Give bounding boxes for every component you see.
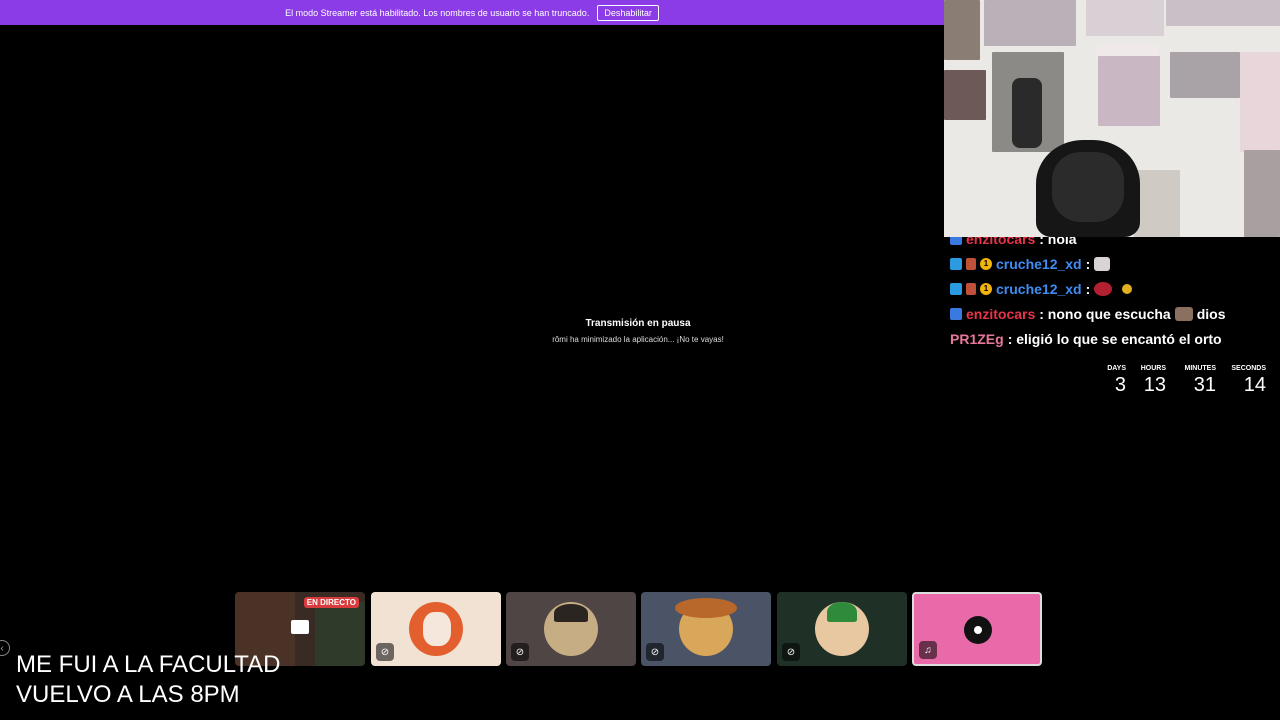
chat-text: : eligió lo que se encantó el orto [1007, 331, 1222, 347]
chat-text: : nono que escucha [1039, 306, 1171, 322]
chat-message: PR1ZEg : eligió lo que se encantó el ort… [950, 331, 1222, 347]
vinyl-record-icon [964, 616, 992, 644]
participant-tile[interactable]: ⊘ [777, 592, 907, 666]
headset-icon: ♫ [919, 641, 937, 659]
minutes-value: 31 [1193, 374, 1216, 396]
emote-icon [1094, 257, 1111, 271]
streamer-mode-message: El modo Streamer está habilitado. Los no… [285, 7, 590, 18]
chat-username: PR1ZEg [950, 331, 1004, 347]
days-value: 3 [1114, 374, 1126, 396]
microphone-muted-icon: ⊘ [782, 643, 800, 661]
microphone-muted-icon: ⊘ [511, 643, 529, 661]
streamer-mode-banner: El modo Streamer está habilitado. Los no… [0, 0, 944, 25]
microphone-muted-icon: ⊘ [646, 643, 664, 661]
chat-message: 1 cruche12_xd : [950, 256, 1111, 272]
lips-emote-icon [1094, 282, 1113, 296]
overlay-line-2: VUELVO A LAS 8PM [16, 681, 240, 708]
chat-text: dios [1196, 306, 1226, 322]
live-badge: EN DIRECTO [303, 597, 359, 608]
minutes-label: MINUTES [1184, 365, 1217, 372]
cube-badge-icon [950, 283, 962, 295]
stream-paused-subtitle: rômi ha minimizado la aplicación... ¡No … [552, 335, 724, 344]
stream-overlay-text: ME FUI A LA FACULTAD VUELVO A LAS 8PM [16, 650, 281, 710]
participant-tile[interactable]: ⊘ [641, 592, 771, 666]
countdown-seconds: SECONDS 14 [1226, 365, 1266, 397]
photo-emote-icon [1174, 307, 1193, 321]
countdown-days: DAYS 3 [1098, 365, 1126, 397]
chat-text: : [1085, 256, 1091, 272]
prime-badge-icon [950, 308, 962, 320]
seconds-label: SECONDS [1231, 365, 1266, 372]
smile-emote-icon [1122, 284, 1133, 294]
coin-badge-icon: 1 [980, 258, 992, 270]
cube-badge-icon [950, 258, 962, 270]
flame-badge-icon [966, 283, 976, 295]
chat-message: enzitocars : nono que escucha dios [950, 306, 1226, 322]
seconds-value: 14 [1243, 374, 1266, 396]
chat-overlay: enzitocars : hola 1 cruche12_xd : 1 cruc… [944, 237, 1280, 353]
participant-tile-active[interactable]: ♫ [912, 592, 1042, 666]
days-label: DAYS [1107, 365, 1126, 372]
webcam-feed [944, 0, 1280, 237]
flame-badge-icon [966, 258, 976, 270]
stream-paused-title: Transmisión en pausa [585, 318, 691, 329]
participant-tile[interactable]: ⊘ [371, 592, 501, 666]
hours-value: 13 [1143, 374, 1166, 396]
participant-tile[interactable]: ⊘ [506, 592, 636, 666]
chat-username: cruche12_xd [996, 256, 1082, 272]
countdown-minutes: MINUTES 31 [1176, 365, 1217, 397]
chat-text: : [1085, 281, 1091, 297]
chat-text: : hola [1039, 237, 1077, 247]
chat-message: 1 cruche12_xd : [950, 281, 1133, 297]
microphone-muted-icon: ⊘ [376, 643, 394, 661]
countdown-hours: HOURS 13 [1134, 365, 1166, 397]
hours-label: HOURS [1140, 365, 1166, 372]
chat-username: enzitocars [966, 237, 1036, 247]
chat-username: cruche12_xd [996, 281, 1082, 297]
coin-badge-icon: 1 [980, 283, 992, 295]
screen-share-icon [291, 620, 309, 634]
prime-badge-icon [950, 237, 962, 245]
chat-username: enzitocars [966, 306, 1036, 322]
stream-paused-message: Transmisión en pausa rômi ha minimizado … [488, 318, 788, 344]
overlay-line-1: ME FUI A LA FACULTAD [16, 651, 281, 678]
chevron-left-icon[interactable]: ‹ [0, 640, 10, 656]
chat-message: enzitocars : hola [950, 237, 1077, 247]
disable-streamer-mode-button[interactable]: Deshabilitar [597, 4, 659, 21]
